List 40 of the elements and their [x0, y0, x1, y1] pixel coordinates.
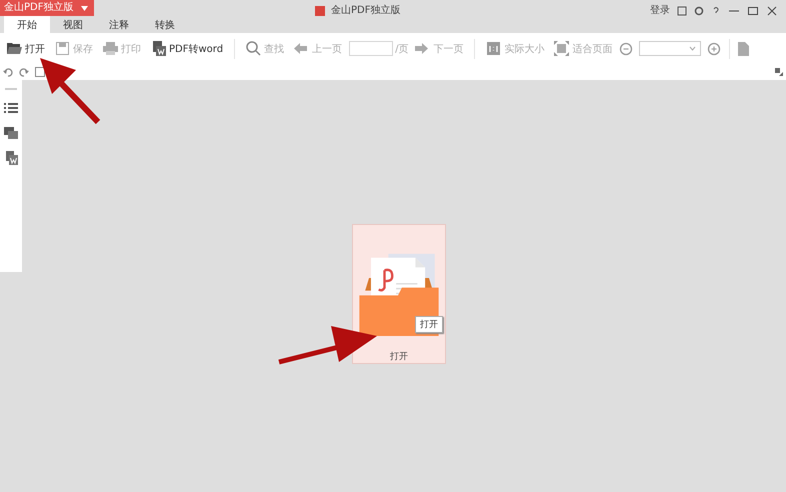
word-convert-icon[interactable]	[4, 151, 18, 165]
folder-icon	[7, 41, 22, 56]
toolbar-button[interactable]: PDF转word	[148, 39, 226, 58]
page-suffix: /页	[395, 42, 408, 56]
save-icon[interactable]	[35, 66, 45, 76]
chevron-down-icon	[689, 46, 696, 51]
fit-page-icon	[554, 41, 570, 56]
login-button[interactable]: 登录	[650, 5, 670, 16]
tooltip: 打开	[415, 316, 443, 333]
zoom-in-icon[interactable]	[707, 42, 722, 56]
caret-icon	[81, 6, 88, 10]
printer-icon	[103, 41, 118, 56]
word-convert-icon	[151, 41, 166, 56]
arrow-left-icon	[294, 41, 310, 56]
pdf-logo-icon	[315, 6, 325, 16]
actual-size-icon	[486, 41, 502, 56]
ribbon-tab[interactable]: 视图	[50, 16, 96, 33]
expand-icon[interactable]	[775, 68, 783, 76]
help-icon[interactable]	[711, 6, 721, 16]
grip-icon	[5, 88, 17, 91]
open-file-card[interactable]: 打开 打开	[352, 224, 446, 364]
ribbon-tab[interactable]: 开始	[4, 16, 50, 33]
ribbon-tab[interactable]: 注释	[96, 16, 142, 33]
save-icon	[55, 41, 70, 56]
close-icon[interactable]	[766, 6, 778, 16]
ribbon-tab[interactable]: 转换	[142, 16, 188, 33]
open-label: 打开	[390, 350, 408, 363]
page-number-field[interactable]	[349, 41, 394, 56]
pages-icon[interactable]	[4, 127, 18, 139]
zoom-out-icon[interactable]	[619, 42, 634, 56]
undo-icon[interactable]	[3, 66, 13, 76]
search-icon	[246, 41, 262, 56]
list-icon[interactable]	[4, 103, 18, 115]
redo-icon[interactable]	[19, 66, 29, 76]
arrow-drawing	[40, 58, 102, 126]
app-menu-button[interactable]: 金山PDF独立版	[0, 0, 94, 16]
toolbar-button[interactable]: 打开	[4, 39, 48, 58]
arrow-right-icon	[415, 41, 430, 56]
window-title: 金山PDF独立版	[331, 5, 400, 16]
maximize-icon[interactable]	[747, 6, 759, 16]
